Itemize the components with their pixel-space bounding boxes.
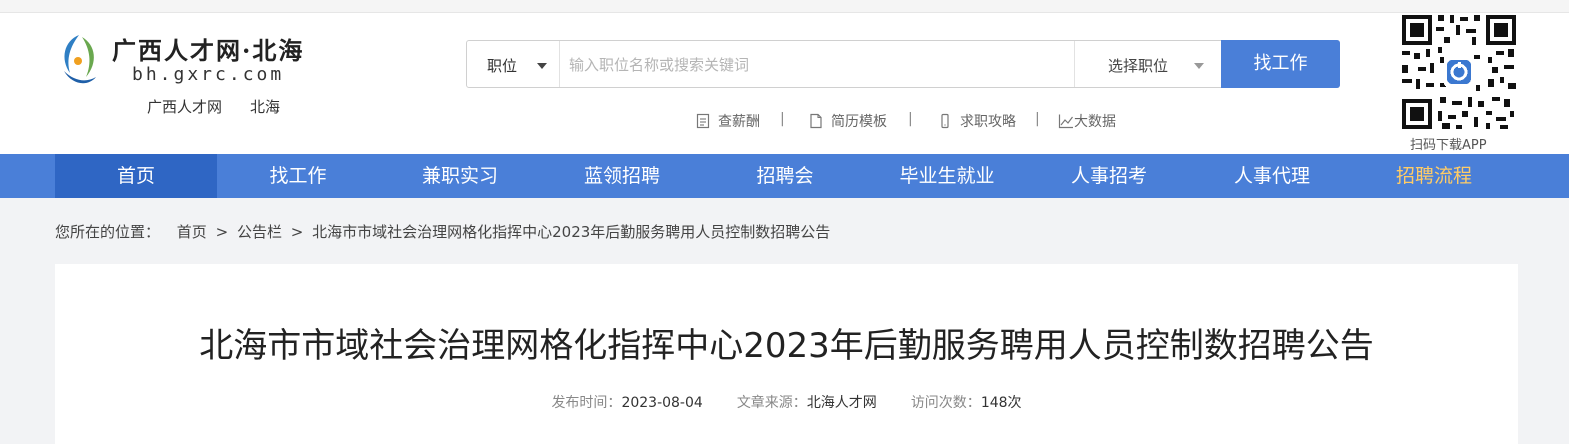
- source-label: 文章来源：: [736, 395, 807, 411]
- article-card: 北海市市域社会治理网格化指挥中心2023年后勤服务聘用人员控制数招聘公告 发布时…: [55, 264, 1518, 444]
- search-box: 职位 选择职位: [466, 40, 1340, 88]
- separator: |: [908, 111, 913, 127]
- site-name: 广西人才网: [147, 98, 223, 116]
- separator: |: [780, 111, 785, 127]
- quick-link-label: 简历模板: [831, 114, 887, 130]
- logo-text[interactable]: 广西人才网·北海: [112, 31, 304, 66]
- search-input[interactable]: [567, 49, 1061, 81]
- article-meta: 发布时间：2023-08-04 文章来源：北海人才网 访问次数：148次: [55, 392, 1518, 412]
- publish-label: 发布时间：: [551, 395, 622, 411]
- breadcrumb-notice-board-link[interactable]: 公告栏: [237, 223, 282, 241]
- chart-line-icon: [1058, 114, 1073, 129]
- nav-item-graduates[interactable]: 毕业生就业: [866, 154, 1028, 198]
- search-button[interactable]: 找工作: [1221, 40, 1340, 88]
- file-icon: [810, 113, 822, 129]
- nav-item-civil-exam[interactable]: 人事招考: [1028, 154, 1190, 198]
- chevron-down-icon: [1194, 63, 1204, 69]
- breadcrumb-prefix: 您所在的位置：: [55, 223, 161, 241]
- search-type-label: 职位: [487, 57, 518, 75]
- nav-item-blue-collar[interactable]: 蓝领招聘: [541, 154, 703, 198]
- breadcrumb: 您所在的位置： 首页 > 公告栏 > 北海市市域社会治理网格化指挥中心2023年…: [55, 221, 830, 242]
- nav-item-job-fair[interactable]: 招聘会: [704, 154, 866, 198]
- qr-code-image: [1400, 13, 1518, 131]
- phone-icon: [941, 113, 949, 129]
- breadcrumb-separator: >: [290, 223, 304, 241]
- quick-link-label: 查薪酬: [718, 114, 760, 130]
- breadcrumb-home-link[interactable]: 首页: [177, 223, 207, 241]
- nav-item-recruit-process[interactable]: 招聘流程: [1353, 154, 1515, 198]
- logo-domain[interactable]: bh.gxrc.com: [132, 64, 284, 85]
- nav-item-hr-agency[interactable]: 人事代理: [1191, 154, 1353, 198]
- separator: |: [1035, 111, 1040, 127]
- quick-link-label: 求职攻略: [960, 114, 1016, 130]
- nav-item-part-time[interactable]: 兼职实习: [379, 154, 541, 198]
- document-icon: [696, 113, 710, 129]
- job-category-select[interactable]: 选择职位: [1074, 41, 1222, 87]
- site-city: 北海: [250, 98, 281, 116]
- search-type-dropdown[interactable]: 职位: [467, 41, 560, 87]
- breadcrumb-current: 北海市市域社会治理网格化指挥中心2023年后勤服务聘用人员控制数招聘公告: [312, 223, 831, 241]
- top-strip: [0, 0, 1569, 13]
- chevron-down-icon: [537, 63, 547, 69]
- visits-label: 访问次数：: [910, 395, 981, 411]
- source-value: 北海人才网: [806, 395, 877, 411]
- logo-icon[interactable]: [56, 31, 102, 91]
- quick-link-label: 大数据: [1074, 114, 1116, 130]
- visits-count: 148次: [980, 395, 1022, 411]
- breadcrumb-separator: >: [215, 223, 229, 241]
- nav-item-find-job[interactable]: 找工作: [217, 154, 379, 198]
- main-nav: 首页 找工作 兼职实习 蓝领招聘 招聘会 毕业生就业 人事招考 人事代理 招聘流…: [0, 154, 1569, 198]
- qr-caption: 扫码下载APP: [1410, 138, 1487, 153]
- article-title: 北海市市域社会治理网格化指挥中心2023年后勤服务聘用人员控制数招聘公告: [199, 326, 1374, 366]
- publish-date: 2023-08-04: [621, 395, 703, 411]
- nav-item-home[interactable]: 首页: [55, 154, 217, 198]
- job-category-label: 选择职位: [1108, 57, 1169, 75]
- site-header: 广西人才网·北海 bh.gxrc.com 广西人才网 北海 职位 选择职位 找工…: [0, 13, 1569, 154]
